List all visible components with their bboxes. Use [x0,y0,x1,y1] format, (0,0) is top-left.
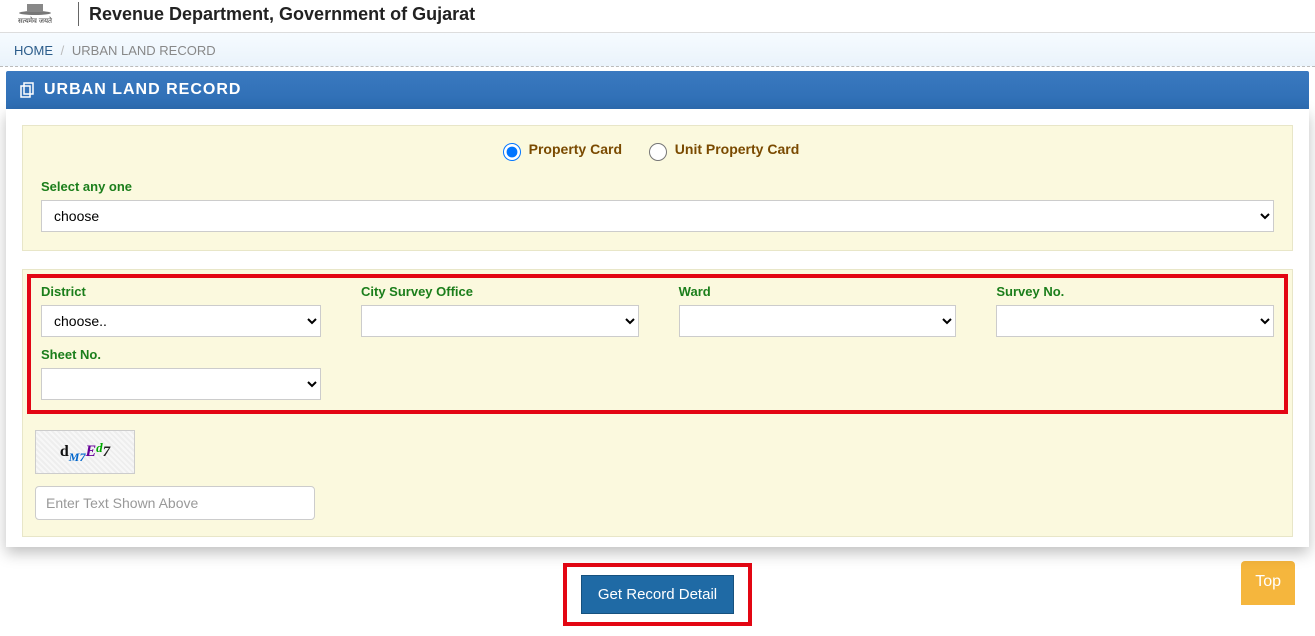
captcha-char-3: E [85,443,96,461]
cso-label: City Survey Office [361,284,639,299]
filters-box: District choose.. City Survey Office War… [22,269,1293,537]
radio-unit-property-card-label[interactable]: Unit Property Card [644,141,799,157]
panel-title: URBAN LAND RECORD [44,81,241,99]
site-title: Revenue Department, Government of Gujara… [89,4,475,25]
breadcrumb: HOME / URBAN LAND RECORD [14,43,1301,58]
survey-col: Survey No. [996,284,1274,337]
breadcrumb-bar: HOME / URBAN LAND RECORD [0,33,1315,67]
header-divider [78,2,79,26]
sheet-label: Sheet No. [41,347,321,362]
filters-highlight: District choose.. City Survey Office War… [27,274,1288,414]
captcha-char-5: 7 [103,444,111,461]
card-type-box: Property Card Unit Property Card Select … [22,125,1293,251]
survey-label: Survey No. [996,284,1274,299]
survey-dropdown[interactable] [996,305,1274,337]
panel-body: Property Card Unit Property Card Select … [6,109,1309,547]
national-emblem-icon: सत्यमेव जयते [10,2,60,26]
cso-col: City Survey Office [361,284,639,337]
top-header: सत्यमेव जयते Revenue Department, Governm… [0,0,1315,33]
radio-unit-property-card-text: Unit Property Card [675,141,799,157]
captcha-area: d M7 E d 7 [27,430,1288,520]
emblem-caption: सत्यमेव जयते [18,17,52,26]
copy-icon [20,82,36,98]
district-label: District [41,284,321,299]
captcha-image: d M7 E d 7 [35,430,135,474]
sheet-col: Sheet No. [41,347,321,400]
radio-unit-property-card[interactable] [649,143,667,161]
radio-property-card-text: Property Card [529,141,622,157]
ward-col: Ward [679,284,957,337]
select-any-dropdown[interactable]: choose [41,200,1274,232]
scroll-top-button[interactable]: Top [1241,561,1295,605]
breadcrumb-sep: / [61,43,65,58]
captcha-char-1: d [60,443,69,461]
card-type-radios: Property Card Unit Property Card [41,140,1274,161]
radio-property-card-label[interactable]: Property Card [498,141,626,157]
cso-dropdown[interactable] [361,305,639,337]
get-record-detail-button[interactable]: Get Record Detail [581,575,734,614]
filters-row-1: District choose.. City Survey Office War… [41,284,1274,337]
breadcrumb-current: URBAN LAND RECORD [72,43,216,58]
submit-highlight: Get Record Detail [563,563,752,626]
sheet-dropdown[interactable] [41,368,321,400]
breadcrumb-home[interactable]: HOME [14,43,53,58]
main-panel: URBAN LAND RECORD Property Card Unit Pro… [6,71,1309,626]
radio-property-card[interactable] [503,143,521,161]
ward-dropdown[interactable] [679,305,957,337]
captcha-char-4: d [96,440,103,456]
panel-header: URBAN LAND RECORD [6,71,1309,109]
select-any-label: Select any one [41,179,1274,194]
captcha-char-2: M7 [69,450,86,465]
district-col: District choose.. [41,284,321,337]
filters-row-2: Sheet No. [41,347,1274,400]
district-dropdown[interactable]: choose.. [41,305,321,337]
ward-label: Ward [679,284,957,299]
submit-wrap: Get Record Detail [6,563,1309,626]
captcha-input[interactable] [35,486,315,520]
